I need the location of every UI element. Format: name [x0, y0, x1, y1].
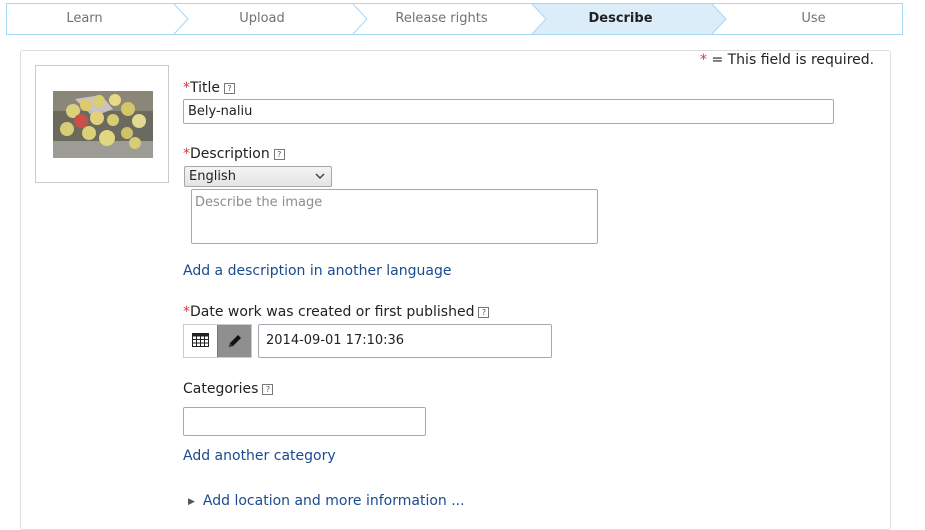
image-thumbnail-icon: [53, 91, 153, 158]
description-required-star: *: [183, 146, 190, 162]
step-upload: Upload: [239, 11, 285, 26]
title-label-text: Title: [190, 80, 221, 96]
description-label: *Description?: [183, 146, 285, 162]
description-language-value: English: [189, 169, 236, 184]
more-info-expander[interactable]: ▶ Add location and more information ...: [188, 493, 465, 509]
description-textarea[interactable]: Describe the image: [191, 189, 598, 244]
categories-label: Categories?: [183, 381, 274, 397]
step-release-rights: Release rights: [395, 11, 488, 26]
calendar-icon: [192, 333, 209, 347]
date-help-icon[interactable]: ?: [478, 307, 490, 318]
date-required-star: *: [183, 304, 190, 320]
title-required-star: *: [183, 80, 190, 96]
calendar-mode-button[interactable]: [184, 325, 217, 357]
title-help-icon[interactable]: ?: [224, 83, 236, 94]
required-note-text: = This field is required.: [711, 52, 875, 68]
date-label-text: Date work was created or first published: [190, 304, 475, 320]
date-mode-toggle: [183, 324, 252, 358]
description-language-select[interactable]: English: [184, 166, 332, 187]
upload-steps-bar: Learn Upload Release rights Describe Use: [6, 3, 903, 35]
text-mode-button[interactable]: [217, 325, 251, 357]
step-learn: Learn: [66, 11, 103, 26]
required-field-note: * = This field is required.: [700, 52, 874, 68]
add-category-link[interactable]: Add another category: [183, 448, 336, 464]
step-describe: Describe: [588, 11, 653, 26]
description-help-icon[interactable]: ?: [273, 149, 285, 160]
pencil-icon: [229, 335, 241, 347]
required-star: *: [700, 52, 707, 68]
chevron-down-icon: [315, 173, 325, 180]
category-input[interactable]: [183, 407, 426, 436]
description-label-text: Description: [190, 146, 270, 162]
date-label: *Date work was created or first publishe…: [183, 304, 490, 320]
expand-triangle-icon: ▶: [188, 497, 195, 507]
step-use: Use: [801, 11, 826, 26]
categories-help-icon[interactable]: ?: [262, 384, 274, 395]
title-input[interactable]: Bely-naliu: [183, 99, 834, 124]
add-description-language-link[interactable]: Add a description in another language: [183, 263, 451, 279]
title-label: *Title?: [183, 80, 236, 96]
categories-label-text: Categories: [183, 381, 259, 397]
date-input[interactable]: 2014-09-01 17:10:36: [258, 324, 552, 358]
file-thumbnail: [35, 65, 169, 183]
more-info-label: Add location and more information ...: [202, 493, 465, 509]
